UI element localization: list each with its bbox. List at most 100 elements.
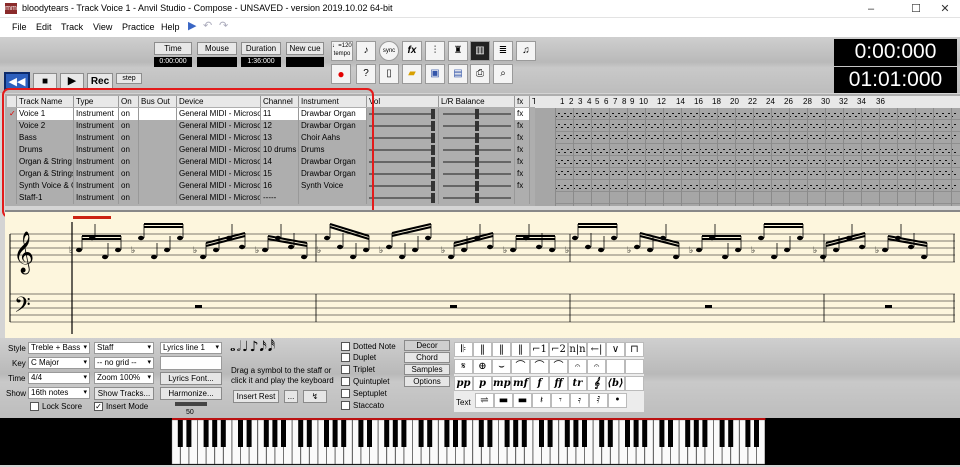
maximize-button[interactable]: ☐	[901, 0, 931, 18]
link-icon[interactable]: ↯	[303, 390, 327, 403]
music-symbol-button[interactable]: n|n	[568, 342, 587, 357]
select-all-checkbox[interactable]	[7, 96, 17, 107]
black-key[interactable]	[607, 420, 613, 447]
music-symbol-button[interactable]: ⌒	[549, 359, 568, 374]
music-symbol-button[interactable]: ⟨b⟩	[606, 376, 625, 391]
lock-score-checkbox[interactable]	[30, 402, 39, 411]
track-checkbox[interactable]: ✓	[7, 108, 17, 120]
menu-help[interactable]: Help	[161, 22, 180, 32]
track-fx[interactable]: fx	[515, 108, 530, 120]
harmonize-button[interactable]: Harmonize...	[160, 387, 222, 400]
save-as-icon[interactable]: ▤	[448, 64, 468, 84]
dotted-note-checkbox[interactable]	[341, 342, 350, 351]
track-row[interactable]: Drums Instrument on General MIDI - Microso 1…	[5, 144, 550, 156]
music-symbol-button[interactable]: 𝄾	[551, 393, 570, 408]
close-button[interactable]: ✕	[930, 0, 960, 18]
rewind-button[interactable]: ◀◀	[4, 72, 30, 90]
open-folder-icon[interactable]: ▰	[402, 64, 422, 84]
music-symbol-button[interactable]: mp	[492, 376, 511, 391]
black-key[interactable]	[487, 420, 493, 447]
mixer-icon[interactable]: ⫶	[425, 41, 445, 61]
black-key[interactable]	[754, 420, 759, 447]
col-vol[interactable]: Vol	[367, 96, 439, 107]
black-key[interactable]	[573, 420, 579, 447]
show-select[interactable]: 16th notes ▾	[28, 387, 90, 399]
track-name[interactable]: Organ & String E	[17, 156, 74, 168]
col-instrument[interactable]: Instrument	[299, 96, 367, 107]
track-lane[interactable]	[555, 144, 960, 156]
zoom-icon[interactable]: ⌕	[493, 64, 513, 84]
record-dot-icon[interactable]: ●	[331, 64, 351, 84]
metronome-icon[interactable]: ♪	[356, 41, 376, 61]
menu-view[interactable]: View	[93, 22, 112, 32]
save-icon[interactable]: ▣	[425, 64, 445, 84]
print-icon[interactable]: ⎙	[470, 64, 490, 84]
quintuplet-checkbox[interactable]	[341, 377, 350, 386]
music-symbol-button[interactable]: tr	[568, 376, 587, 391]
piano-keys[interactable]	[0, 418, 960, 465]
track-row[interactable]: Voice 2 Instrument on General MIDI - Micros…	[5, 120, 550, 132]
volume-slider[interactable]	[367, 192, 439, 204]
measure-ruler[interactable]: 1 2 3 4 5 6 7 8 9 10 12 14 16 18 20 22 24 26 28 30 32 34 36	[535, 96, 960, 108]
septuplet-checkbox[interactable]	[341, 389, 350, 398]
play-icon[interactable]: ▶	[188, 19, 196, 32]
lyrics-input[interactable]	[160, 356, 222, 370]
track-fx[interactable]: fx	[515, 156, 530, 168]
volume-slider[interactable]	[367, 156, 439, 168]
stop-button[interactable]: ■	[33, 73, 57, 90]
music-symbol-button[interactable]: ∨	[606, 342, 625, 357]
staff-select[interactable]: Staff ▾	[94, 342, 154, 354]
col-type[interactable]: Type	[74, 96, 119, 107]
style-select[interactable]: Treble + Bass ▾	[28, 342, 90, 354]
music-symbol-button[interactable]: ff	[549, 376, 568, 391]
music-symbol-button[interactable]: ⌒	[530, 359, 549, 374]
music-symbol-button[interactable]	[625, 359, 644, 374]
track-name[interactable]: Staff-1	[17, 192, 74, 204]
black-key[interactable]	[220, 420, 226, 447]
black-key[interactable]	[719, 420, 725, 447]
black-key[interactable]	[246, 420, 252, 447]
track-row[interactable]: Bass Instrument on General MIDI - Microso 13…	[5, 132, 550, 144]
track-checkbox[interactable]	[7, 156, 17, 168]
track-row[interactable]: ✓ Voice 1 Instrument on General MIDI - Micro…	[5, 108, 550, 120]
track-row[interactable]: Synth Voice & C Instrument on General MIDI …	[5, 180, 550, 192]
music-symbol-button[interactable]: ⌐2	[549, 342, 568, 357]
volume-slider[interactable]	[367, 120, 439, 132]
track-name[interactable]: Bass	[17, 132, 74, 144]
music-symbol-button[interactable]: f	[530, 376, 549, 391]
music-symbol-button[interactable]: •	[608, 393, 627, 408]
track-on[interactable]: on	[119, 192, 139, 204]
track-lane[interactable]	[555, 156, 960, 168]
black-key[interactable]	[547, 420, 553, 447]
black-key[interactable]	[392, 420, 398, 447]
col-fx[interactable]: fx	[515, 96, 530, 107]
black-key[interactable]	[444, 420, 450, 447]
volume-slider[interactable]	[367, 132, 439, 144]
black-key[interactable]	[693, 420, 699, 447]
key-select[interactable]: C Major ▾	[28, 357, 90, 369]
balance-slider[interactable]	[439, 180, 515, 192]
music-symbol-button[interactable]	[625, 376, 644, 391]
music-symbol-button[interactable]: ⊕	[473, 359, 492, 374]
col-balance[interactable]: L/R Balance	[439, 96, 515, 107]
col-bus-out[interactable]: Bus Out	[139, 96, 177, 107]
black-key[interactable]	[203, 420, 209, 447]
piano-icon[interactable]: ▥	[470, 41, 490, 61]
insert-rest-button[interactable]: Insert Rest	[233, 390, 279, 403]
insert-mode-checkbox[interactable]: ✓	[94, 402, 103, 411]
col-device[interactable]: Device	[177, 96, 261, 107]
track-on[interactable]: on	[119, 144, 139, 156]
track-on[interactable]: on	[119, 132, 139, 144]
black-key[interactable]	[332, 420, 338, 447]
music-symbol-button[interactable]: mf	[511, 376, 530, 391]
music-symbol-button[interactable]: 𝄐	[568, 359, 587, 374]
black-key[interactable]	[728, 420, 734, 447]
new-file-icon[interactable]: ▯	[379, 64, 399, 84]
music-symbol-button[interactable]: 𝄽	[532, 393, 551, 408]
staccato-checkbox[interactable]	[341, 401, 350, 410]
balance-slider[interactable]	[439, 132, 515, 144]
music-symbol-button[interactable]: ⌐1	[530, 342, 549, 357]
music-symbol-button[interactable]: 𝄿	[570, 393, 589, 408]
black-key[interactable]	[504, 420, 510, 447]
black-key[interactable]	[427, 420, 433, 447]
